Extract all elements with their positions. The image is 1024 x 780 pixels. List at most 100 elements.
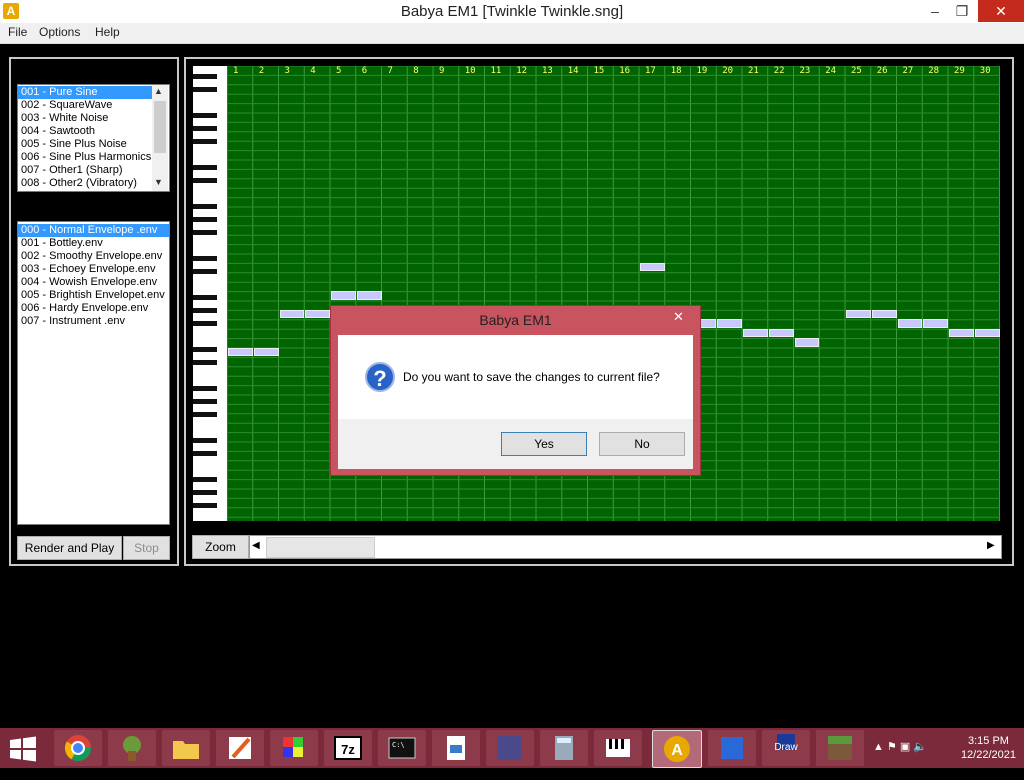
scroll-right-icon[interactable]: ▶ [987,540,995,551]
piano-black-key[interactable] [193,438,217,443]
envelope-item[interactable]: 006 - Hardy Envelope.env [18,302,169,315]
waveform-item[interactable]: 004 - Sawtooth [18,125,152,138]
piano-keyboard[interactable] [193,66,228,521]
note-block[interactable] [743,328,768,338]
piano-black-key[interactable] [193,360,217,365]
piano-black-key[interactable] [193,74,217,79]
close-window-button[interactable]: ✕ [978,0,1024,22]
draw-app-icon[interactable]: Draw [762,730,810,766]
piano-black-key[interactable] [193,113,217,118]
piano-black-key[interactable] [193,269,217,274]
document-app-icon[interactable] [432,730,480,766]
babya-em1-taskbar-icon[interactable]: A [652,730,702,768]
waveform-item[interactable]: 002 - SquareWave [18,99,152,112]
menu-help[interactable]: Help [95,25,120,39]
envelope-item[interactable]: 000 - Normal Envelope .env [18,224,169,237]
note-block[interactable] [794,338,820,347]
command-prompt-icon[interactable]: C:\ [378,730,426,766]
zoom-button[interactable]: Zoom [192,535,249,559]
plant-app-icon[interactable] [108,730,156,766]
piano-black-key[interactable] [193,217,217,222]
paint-brush-icon[interactable] [216,730,264,766]
note-block[interactable] [923,319,948,328]
piano-black-key[interactable] [193,412,217,417]
piano-black-key[interactable] [193,399,217,404]
piano-black-key[interactable] [193,490,217,495]
dialog-message: Do you want to save the changes to curre… [403,370,660,384]
note-block[interactable] [717,319,742,328]
piano-black-key[interactable] [193,321,217,326]
envelope-item[interactable]: 007 - Instrument .env [18,315,169,328]
piano-black-key[interactable] [193,451,217,456]
waveform-item[interactable]: 005 - Sine Plus Noise [18,138,152,151]
calculator-icon[interactable] [540,730,588,766]
stop-button[interactable]: Stop [123,536,170,560]
menu-file[interactable]: File [8,25,27,39]
note-block[interactable] [768,328,794,338]
envelope-item[interactable]: 005 - Brightish Envelopet.env [18,289,169,302]
note-block[interactable] [897,319,923,328]
waveform-list[interactable]: 001 - Pure Sine 002 - SquareWave 003 - Whi… [17,84,170,192]
note-block[interactable] [279,310,305,319]
piano-black-key[interactable] [193,87,217,92]
note-block[interactable] [846,310,871,319]
note-block[interactable] [871,310,897,319]
system-clock[interactable]: 3:15 PM 12/22/2021 [961,734,1016,762]
envelope-item[interactable]: 003 - Echoey Envelope.env [18,263,169,276]
render-and-play-button[interactable]: Render and Play [17,536,122,560]
ruler-tick-label: 1 [233,66,239,76]
piano-black-key[interactable] [193,295,217,300]
yes-button[interactable]: Yes [501,432,587,456]
waveform-scrollbar[interactable]: ▲ ▼ [152,85,168,191]
windows-start-icon[interactable] [8,736,38,762]
horizontal-scrollbar[interactable]: ◀ ▶ [249,535,1002,559]
color-picker-icon[interactable] [270,730,318,766]
waveform-item[interactable]: 001 - Pure Sine [18,86,152,99]
piano-black-key[interactable] [193,347,217,352]
note-block[interactable] [949,328,974,338]
scroll-down-icon[interactable]: ▼ [154,177,163,187]
menu-options[interactable]: Options [39,25,80,39]
piano-black-key[interactable] [193,386,217,391]
piano-black-key[interactable] [193,178,217,183]
no-button[interactable]: No [599,432,685,456]
minecraft-icon[interactable] [816,730,864,766]
piano-black-key[interactable] [193,477,217,482]
piano-black-key[interactable] [193,256,217,261]
dialog-close-icon[interactable]: ✕ [673,309,684,325]
envelope-item[interactable]: 004 - Wowish Envelope.env [18,276,169,289]
chrome-icon[interactable] [54,730,102,766]
file-explorer-icon[interactable] [162,730,210,766]
note-block[interactable] [974,328,1000,338]
scroll-left-icon[interactable]: ◀ [252,540,260,551]
piano-black-key[interactable] [193,126,217,131]
tray-icons[interactable]: ▲ ⚑ ▣ 🔈 [873,740,927,753]
horizontal-scroll-thumb[interactable] [266,537,375,558]
note-block[interactable] [228,347,253,356]
piano-black-key[interactable] [193,204,217,209]
piano-black-key[interactable] [193,230,217,235]
waveform-item[interactable]: 008 - Other2 (Vibratory) [18,177,152,190]
note-block[interactable] [331,291,356,300]
note-block[interactable] [253,347,279,356]
scroll-up-icon[interactable]: ▲ [154,86,163,96]
waveform-item[interactable]: 007 - Other1 (Sharp) [18,164,152,177]
7zip-icon[interactable]: 7z [324,730,372,766]
note-block[interactable] [305,310,330,319]
restore-button[interactable]: ❐ [945,0,979,22]
scroll-thumb[interactable] [154,101,166,153]
waveform-item[interactable]: 003 - White Noise [18,112,152,125]
piano-black-key[interactable] [193,308,217,313]
envelope-list[interactable]: 000 - Normal Envelope .env 001 - Bottley.… [17,221,170,525]
piano-black-key[interactable] [193,139,217,144]
waveform-item[interactable]: 006 - Sine Plus Harmonics [18,151,152,164]
piano-app-icon[interactable] [594,730,642,766]
babya-suite-icon[interactable] [486,730,534,766]
envelope-item[interactable]: 001 - Bottley.env [18,237,169,250]
piano-black-key[interactable] [193,165,217,170]
note-block[interactable] [640,263,665,272]
piano-black-key[interactable] [193,503,217,508]
blue-app-icon[interactable] [708,730,756,766]
envelope-item[interactable]: 002 - Smoothy Envelope.env [18,250,169,263]
note-block[interactable] [356,291,382,300]
